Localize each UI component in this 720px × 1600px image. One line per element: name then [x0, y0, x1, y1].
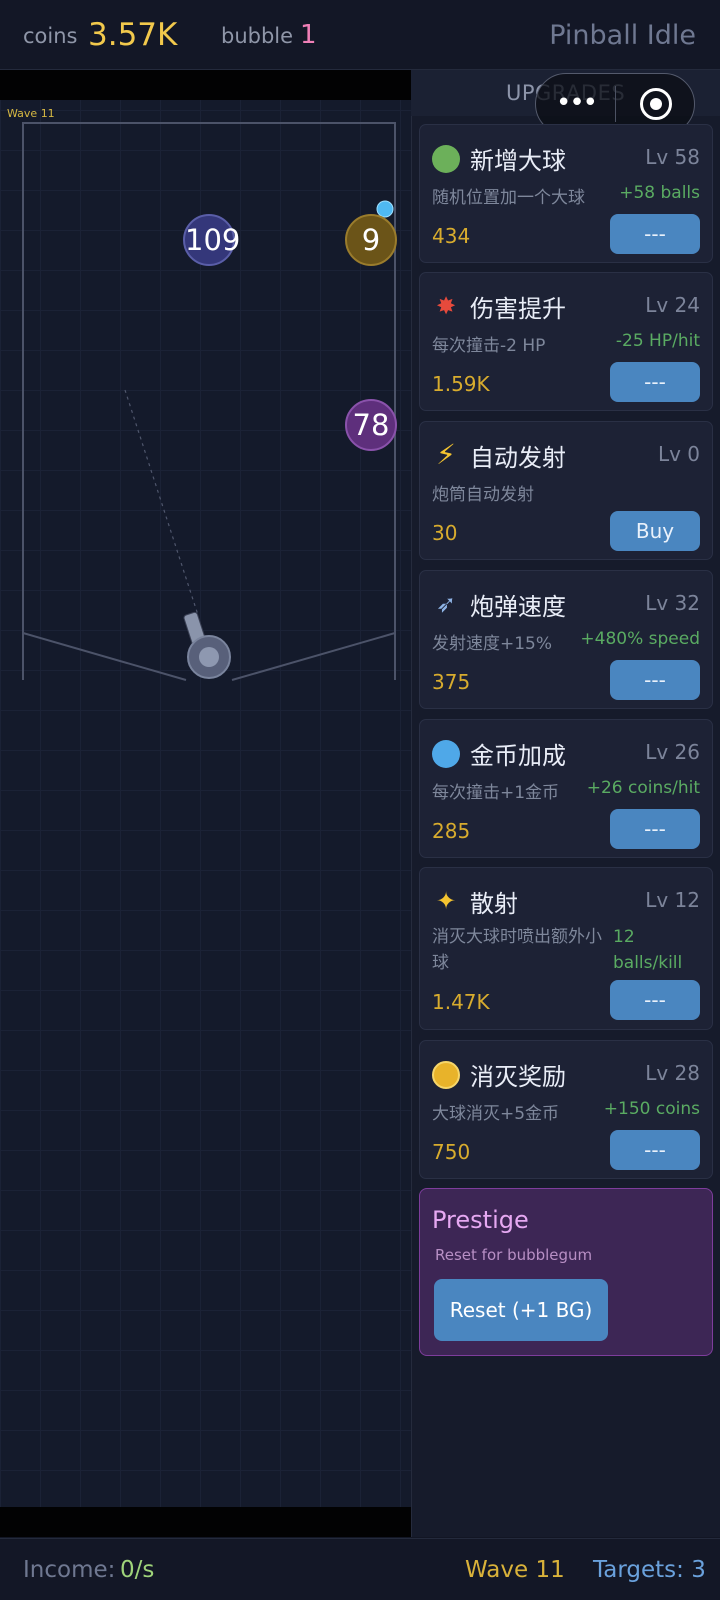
- upgrade-name: 散射: [470, 890, 518, 918]
- bubble-hp: 109: [185, 223, 241, 257]
- upgrade-name: 消灭奖励: [470, 1063, 566, 1091]
- bubble-hp: 9: [361, 223, 381, 257]
- upgrade-button[interactable]: ---: [610, 362, 700, 402]
- upgrade-cost: 285: [432, 819, 471, 843]
- capsule-divider: [615, 86, 616, 122]
- upgrade-level: Lv 58: [645, 145, 700, 169]
- upgrade-name: 金币加成: [470, 742, 566, 770]
- green-ball-icon: [431, 143, 461, 173]
- upgrade-name: 新增大球: [470, 147, 566, 175]
- upgrade-name: 自动发射: [470, 444, 566, 472]
- upgrade-cost: 434: [432, 224, 471, 248]
- upgrade-gain: -25 HP/hit: [615, 331, 700, 351]
- prestige-subtitle: Reset for bubblegum: [435, 1246, 593, 1264]
- upgrade-cost: 375: [432, 670, 471, 694]
- big-bubble: 109: [183, 214, 240, 266]
- reset-button[interactable]: Reset (+1 BG): [434, 1279, 608, 1341]
- left-slope: [22, 632, 187, 681]
- game-title: Pinball Idle: [549, 20, 696, 51]
- upgrade-name: 炮弹速度: [470, 593, 566, 621]
- upgrade-desc: 随机位置加一个大球: [432, 188, 585, 208]
- prestige-title: Prestige: [432, 1206, 529, 1234]
- upgrade-gain: 12 balls/kill: [613, 927, 683, 973]
- right-slope: [231, 632, 396, 681]
- big-bubble: 9: [345, 214, 397, 266]
- upgrade-gain: +150 coins: [603, 1099, 700, 1119]
- upgrade-card-damage: ✸ 伤害提升 Lv 24 每次撞击-2 HP -25 HP/hit 1.59K …: [419, 272, 713, 411]
- rocket-icon: ➶: [435, 590, 457, 618]
- upgrade-desc: 发射速度+15%: [432, 634, 553, 654]
- upgrade-level: Lv 26: [645, 740, 700, 764]
- upgrade-card-speed: ➶ 炮弹速度 Lv 32 发射速度+15% +480% speed 375 --…: [419, 570, 713, 709]
- income-label: Income:: [23, 1557, 116, 1583]
- gold-coin-icon: [431, 1059, 461, 1089]
- big-bubble: 78: [345, 399, 397, 451]
- upgrade-gain: +58 balls: [619, 183, 700, 203]
- shooting-star-icon: ✦: [435, 887, 457, 915]
- upgrade-button[interactable]: ---: [610, 660, 700, 700]
- upgrade-card-auto-fire: ⚡ 自动发射 Lv 0 炮筒自动发射 30 Buy: [419, 421, 713, 560]
- upgrade-desc: 消灭大球时喷出额外小球: [432, 927, 602, 973]
- bubble-hp: 78: [352, 408, 390, 442]
- close-target-icon[interactable]: [640, 88, 672, 120]
- upgrade-card-scatter: ✦ 散射 Lv 12 消灭大球时喷出额外小球 12 balls/kill 1.4…: [419, 867, 713, 1030]
- wave-indicator: Wave 11: [465, 1557, 565, 1583]
- upgrade-level: Lv 32: [645, 591, 700, 615]
- upgrade-level: Lv 28: [645, 1061, 700, 1085]
- playfield-wall: [22, 122, 396, 680]
- upgrade-gain: +480% speed: [580, 629, 700, 649]
- income-value: 0/s: [120, 1557, 155, 1583]
- upgrade-button[interactable]: ---: [610, 809, 700, 849]
- targets-count: Targets: 3: [593, 1557, 706, 1583]
- upgrade-level: Lv 12: [645, 888, 700, 912]
- upgrade-level: Lv 24: [645, 293, 700, 317]
- upgrade-card-kill-reward: 消灭奖励 Lv 28 大球消灭+5金币 +150 coins 750 ---: [419, 1040, 713, 1179]
- upgrade-name: 伤害提升: [470, 295, 566, 323]
- upgrade-cost: 1.59K: [432, 372, 490, 396]
- upgrade-button[interactable]: ---: [610, 214, 700, 254]
- cannon[interactable]: [183, 611, 231, 679]
- upgrade-card-coin-bonus: 金币加成 Lv 26 每次撞击+1金币 +26 coins/hit 285 --…: [419, 719, 713, 858]
- upgrade-card-add-ball: 新增大球 Lv 58 随机位置加一个大球 +58 balls 434 ---: [419, 124, 713, 263]
- upgrade-gain: +26 coins/hit: [586, 778, 700, 798]
- upgrade-desc: 每次撞击-2 HP: [432, 336, 546, 356]
- upgrade-cost: 750: [432, 1140, 471, 1164]
- upgrade-button[interactable]: ---: [610, 980, 700, 1020]
- buy-button[interactable]: Buy: [610, 511, 700, 551]
- bottom-bar: Income: 0/s Wave 11 Targets: 3: [0, 1538, 720, 1600]
- collision-icon: ✸: [435, 292, 457, 320]
- upgrade-cost: 1.47K: [432, 990, 490, 1014]
- upgrade-desc: 大球消灭+5金币: [432, 1104, 560, 1124]
- more-icon[interactable]: •••: [556, 90, 598, 116]
- prestige-card: Prestige Reset for bubblegum Reset (+1 B…: [419, 1188, 713, 1356]
- lightning-icon: ⚡: [436, 438, 456, 471]
- upgrade-desc: 每次撞击+1金币: [432, 783, 560, 803]
- aim-line: [124, 389, 199, 616]
- blue-coin-icon: [431, 738, 461, 768]
- upgrade-button[interactable]: ---: [610, 1130, 700, 1170]
- upgrade-cost: 30: [432, 521, 458, 545]
- upgrade-desc: 炮筒自动发射: [432, 485, 534, 505]
- upgrade-level: Lv 0: [657, 442, 700, 466]
